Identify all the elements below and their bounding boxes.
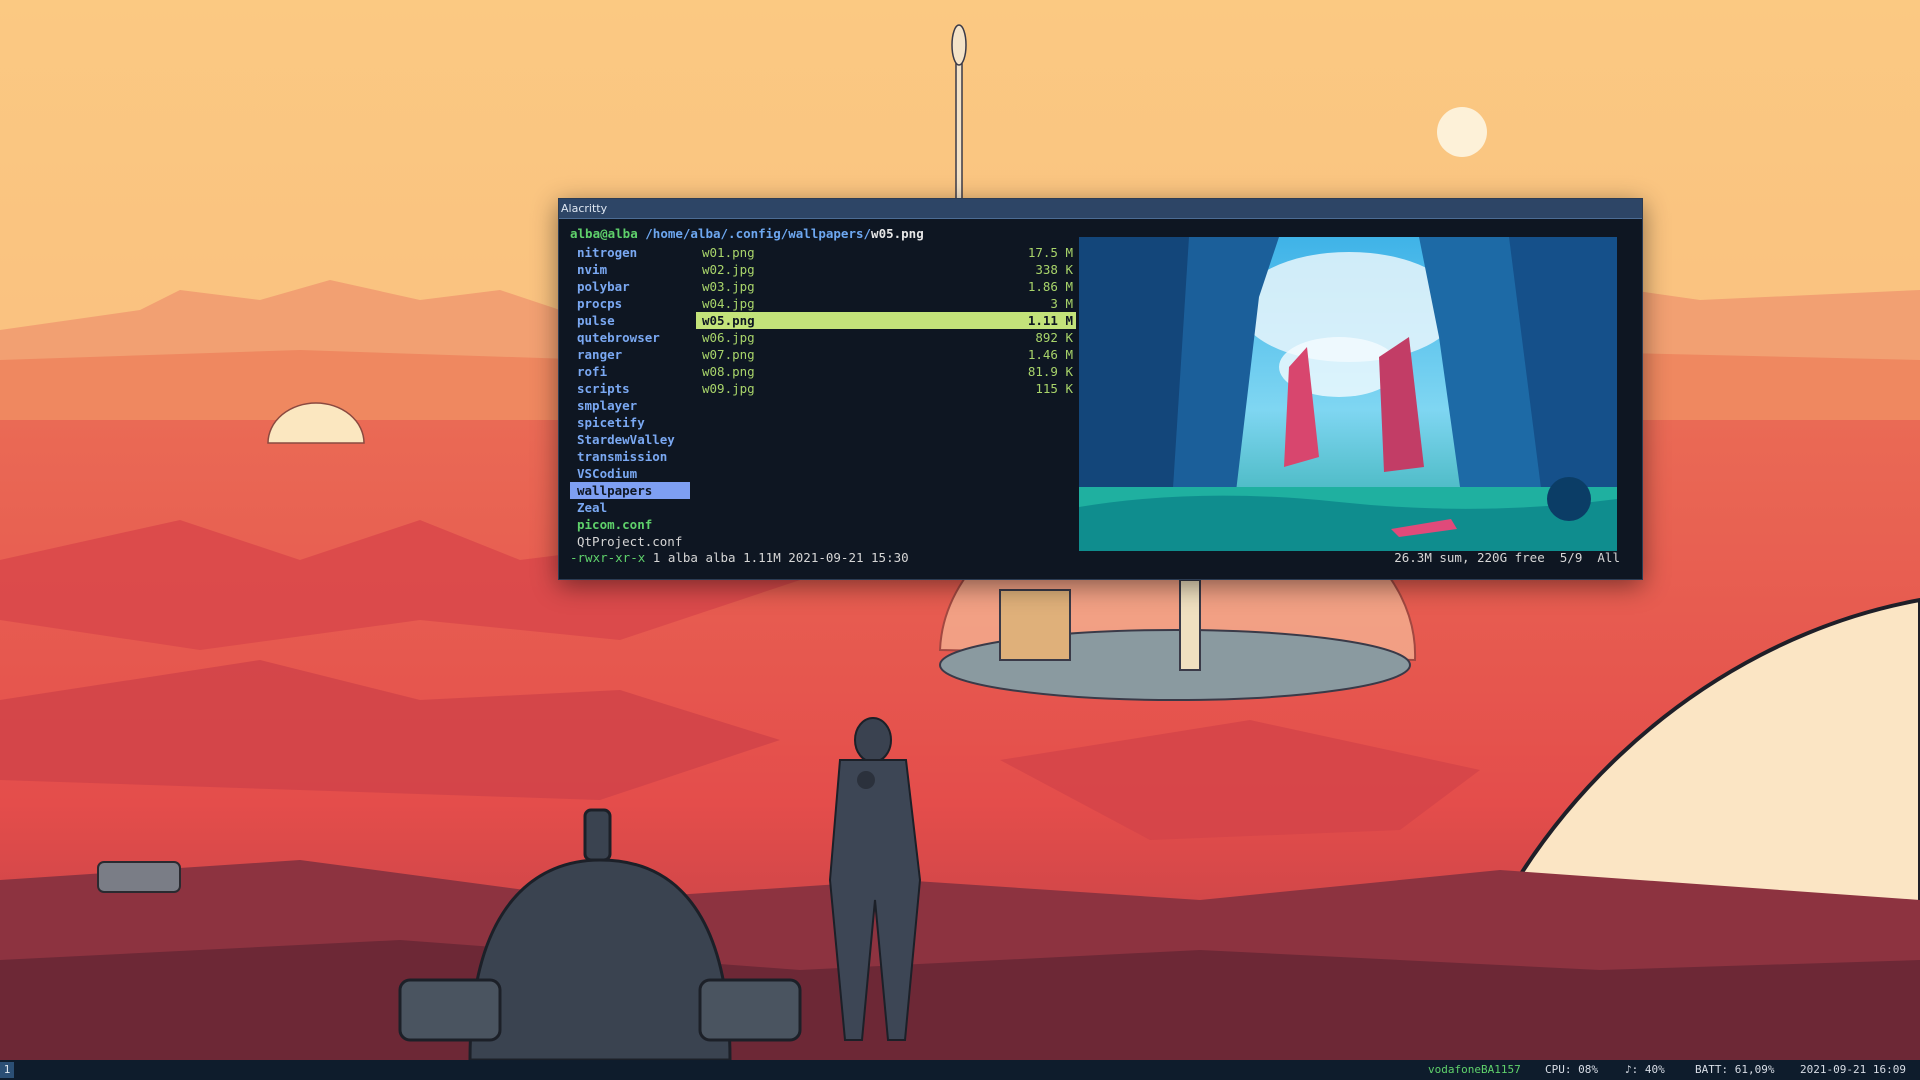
dir-item-smplayer[interactable]: smplayer xyxy=(570,397,690,414)
cpu-usage: CPU: 08% xyxy=(1545,1063,1598,1076)
alacritty-window[interactable]: Alacritty alba@alba /home/alba/.config/w… xyxy=(558,198,1643,580)
file-size: 81.9 K xyxy=(1027,364,1073,379)
dir-item-pulse[interactable]: pulse xyxy=(570,312,690,329)
file-size: 1.46 M xyxy=(1027,347,1073,362)
dir-item-nitrogen[interactable]: nitrogen xyxy=(570,244,690,261)
dir-summary-status: 26.3M sum, 220G free 5/9 All xyxy=(1394,550,1620,565)
prompt-line: alba@alba /home/alba/.config/wallpapers/… xyxy=(570,225,924,242)
dir-item-wallpapers[interactable]: wallpapers xyxy=(570,482,690,499)
dir-item-zeal[interactable]: Zeal xyxy=(570,499,690,516)
dir-item-rofi[interactable]: rofi xyxy=(570,363,690,380)
prompt-path: /home/alba/.config/wallpapers/ xyxy=(645,226,872,241)
file-row[interactable]: w04.jpg 3 M xyxy=(696,295,1076,312)
file-row[interactable]: w06.jpg 892 K xyxy=(696,329,1076,346)
volume-level[interactable]: ♪: 40% xyxy=(1625,1060,1665,1080)
file-name: w02.jpg xyxy=(702,262,755,277)
sun-shape xyxy=(1437,107,1487,157)
file-name: w05.png xyxy=(702,313,755,328)
file-size: 1.86 M xyxy=(1027,279,1073,294)
file-row[interactable]: w01.png 17.5 M xyxy=(696,244,1076,261)
prompt-file: w05.png xyxy=(871,226,924,241)
window-titlebar[interactable]: Alacritty xyxy=(559,199,1642,219)
file-row[interactable]: w09.jpg 115 K xyxy=(696,380,1076,397)
prompt-user: alba@alba xyxy=(570,226,638,241)
file-name: w09.jpg xyxy=(702,381,755,396)
dir-item-procps[interactable]: procps xyxy=(570,295,690,312)
file-size: 338 K xyxy=(1035,262,1073,277)
clock[interactable]: 2021-09-21 16:09 xyxy=(1800,1060,1906,1080)
file-size: 1.11 M xyxy=(1027,313,1073,328)
dir-item-vscodium[interactable]: VSCodium xyxy=(570,465,690,482)
dir-item-scripts[interactable]: scripts xyxy=(570,380,690,397)
file-name: w08.png xyxy=(702,364,755,379)
window-title: Alacritty xyxy=(561,202,608,215)
battery-level: BATT: 61,09% xyxy=(1695,1063,1775,1076)
file-item-picom-conf[interactable]: picom.conf xyxy=(570,516,690,533)
file-row-selected[interactable]: w05.png 1.11 M xyxy=(696,312,1076,329)
file-row[interactable]: w08.png 81.9 K xyxy=(696,363,1076,380)
file-row[interactable]: w02.jpg 338 K xyxy=(696,261,1076,278)
file-size: 17.5 M xyxy=(1027,245,1073,260)
file-size: 115 K xyxy=(1035,381,1073,396)
file-name: w04.jpg xyxy=(702,296,755,311)
file-name: w03.jpg xyxy=(702,279,755,294)
file-row[interactable]: w07.png 1.46 M xyxy=(696,346,1076,363)
file-info-status: -rwxr-xr-x 1 alba alba 1.11M 2021-09-21 … xyxy=(570,549,909,566)
file-name: w06.jpg xyxy=(702,330,755,345)
file-name: w07.png xyxy=(702,347,755,362)
dir-item-spicetify[interactable]: spicetify xyxy=(570,414,690,431)
file-details: 1 alba alba 1.11M 2021-09-21 15:30 xyxy=(645,550,909,565)
file-permissions: -rwxr-xr-x xyxy=(570,550,646,565)
dir-item-ranger[interactable]: ranger xyxy=(570,346,690,363)
dir-item-stardewvalley[interactable]: StardewValley xyxy=(570,431,690,448)
file-list[interactable]: w01.png 17.5 M w02.jpg 338 K w03.jpg 1.86 M… xyxy=(696,244,1076,397)
dir-item-nvim[interactable]: nvim xyxy=(570,261,690,278)
dir-item-transmission[interactable]: transmission xyxy=(570,448,690,465)
directory-list[interactable]: nitrogen nvim polybar procps pulse quteb… xyxy=(570,244,690,550)
file-row[interactable]: w03.jpg 1.86 M xyxy=(696,278,1076,295)
status-bar: 1 vodafoneBA1157 CPU: 08% ♪: 40% BATT: 6… xyxy=(0,1060,1920,1080)
image-preview xyxy=(1079,237,1617,551)
file-name: w01.png xyxy=(702,245,755,260)
file-size: 892 K xyxy=(1035,330,1073,345)
workspace-indicator[interactable]: 1 xyxy=(0,1062,14,1078)
ranger-file-manager[interactable]: alba@alba /home/alba/.config/wallpapers/… xyxy=(559,219,1642,579)
dir-item-polybar[interactable]: polybar xyxy=(570,278,690,295)
file-item-qtproject-conf[interactable]: QtProject.conf xyxy=(570,533,690,550)
file-size: 3 M xyxy=(1050,296,1073,311)
wifi-status[interactable]: vodafoneBA1157 xyxy=(1428,1060,1521,1080)
dir-item-qutebrowser[interactable]: qutebrowser xyxy=(570,329,690,346)
